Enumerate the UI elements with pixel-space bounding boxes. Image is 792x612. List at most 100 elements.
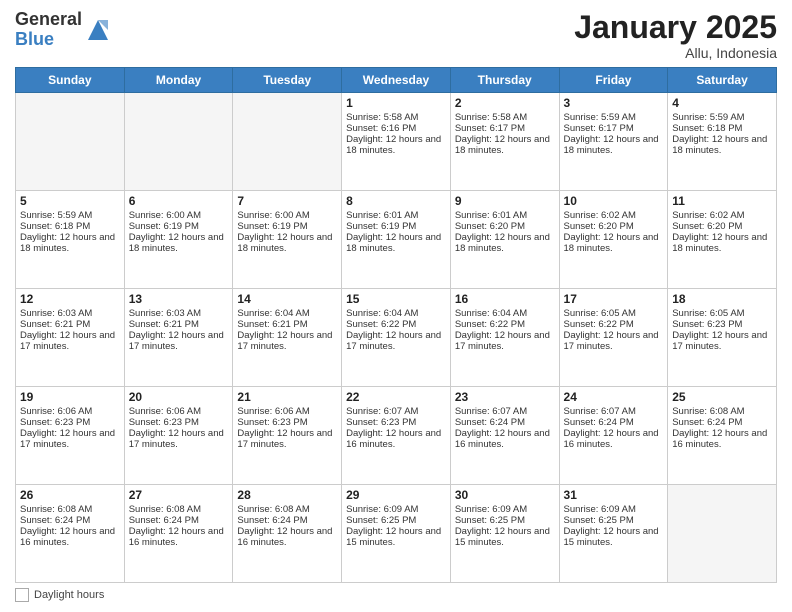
- cell-text: Sunset: 6:25 PM: [346, 515, 446, 526]
- calendar-cell: 11Sunrise: 6:02 AMSunset: 6:20 PMDayligh…: [668, 191, 777, 289]
- calendar-cell: [16, 93, 125, 191]
- cell-text: Sunrise: 6:06 AM: [129, 406, 229, 417]
- cell-text: Daylight: 12 hours and 17 minutes.: [672, 330, 772, 352]
- calendar-cell: 2Sunrise: 5:58 AMSunset: 6:17 PMDaylight…: [450, 93, 559, 191]
- day-number: 20: [129, 390, 229, 404]
- calendar-cell: 12Sunrise: 6:03 AMSunset: 6:21 PMDayligh…: [16, 289, 125, 387]
- cell-text: Sunrise: 6:06 AM: [237, 406, 337, 417]
- cell-text: Sunset: 6:20 PM: [564, 221, 664, 232]
- calendar-cell: [668, 485, 777, 583]
- cell-text: Sunset: 6:22 PM: [455, 319, 555, 330]
- cell-text: Sunrise: 6:00 AM: [237, 210, 337, 221]
- calendar-week-row: 5Sunrise: 5:59 AMSunset: 6:18 PMDaylight…: [16, 191, 777, 289]
- day-number: 16: [455, 292, 555, 306]
- cell-text: Sunrise: 6:04 AM: [346, 308, 446, 319]
- cell-text: Daylight: 12 hours and 17 minutes.: [455, 330, 555, 352]
- cell-text: Daylight: 12 hours and 17 minutes.: [129, 330, 229, 352]
- cell-text: Sunrise: 6:07 AM: [564, 406, 664, 417]
- logo-text-block: General Blue: [15, 10, 82, 50]
- cell-text: Sunset: 6:18 PM: [672, 123, 772, 134]
- day-number: 22: [346, 390, 446, 404]
- cell-text: Sunset: 6:21 PM: [237, 319, 337, 330]
- header: General Blue January 2025 Allu, Indonesi…: [15, 10, 777, 61]
- cell-text: Daylight: 12 hours and 18 minutes.: [237, 232, 337, 254]
- cell-text: Sunrise: 6:09 AM: [455, 504, 555, 515]
- calendar-cell: 28Sunrise: 6:08 AMSunset: 6:24 PMDayligh…: [233, 485, 342, 583]
- cell-text: Sunrise: 6:00 AM: [129, 210, 229, 221]
- day-number: 4: [672, 96, 772, 110]
- calendar-cell: 23Sunrise: 6:07 AMSunset: 6:24 PMDayligh…: [450, 387, 559, 485]
- day-number: 13: [129, 292, 229, 306]
- cell-text: Daylight: 12 hours and 16 minutes.: [672, 428, 772, 450]
- cell-text: Sunset: 6:19 PM: [237, 221, 337, 232]
- cell-text: Sunrise: 6:05 AM: [672, 308, 772, 319]
- footer-label: Daylight hours: [34, 589, 104, 601]
- day-number: 28: [237, 488, 337, 502]
- day-number: 12: [20, 292, 120, 306]
- cell-text: Daylight: 12 hours and 15 minutes.: [564, 526, 664, 548]
- calendar-cell: 31Sunrise: 6:09 AMSunset: 6:25 PMDayligh…: [559, 485, 668, 583]
- cell-text: Sunset: 6:24 PM: [564, 417, 664, 428]
- cell-text: Sunset: 6:23 PM: [20, 417, 120, 428]
- calendar-week-row: 12Sunrise: 6:03 AMSunset: 6:21 PMDayligh…: [16, 289, 777, 387]
- cell-text: Sunrise: 6:09 AM: [346, 504, 446, 515]
- cell-text: Sunrise: 6:04 AM: [455, 308, 555, 319]
- cell-text: Daylight: 12 hours and 17 minutes.: [237, 330, 337, 352]
- cell-text: Sunset: 6:22 PM: [564, 319, 664, 330]
- cell-text: Sunset: 6:17 PM: [455, 123, 555, 134]
- cell-text: Sunset: 6:23 PM: [672, 319, 772, 330]
- cell-text: Sunset: 6:21 PM: [129, 319, 229, 330]
- cell-text: Sunrise: 6:04 AM: [237, 308, 337, 319]
- calendar-cell: 8Sunrise: 6:01 AMSunset: 6:19 PMDaylight…: [342, 191, 451, 289]
- calendar-cell: 14Sunrise: 6:04 AMSunset: 6:21 PMDayligh…: [233, 289, 342, 387]
- cell-text: Sunset: 6:16 PM: [346, 123, 446, 134]
- day-number: 31: [564, 488, 664, 502]
- cell-text: Daylight: 12 hours and 18 minutes.: [129, 232, 229, 254]
- day-number: 5: [20, 194, 120, 208]
- cell-text: Sunrise: 5:58 AM: [346, 112, 446, 123]
- cell-text: Daylight: 12 hours and 17 minutes.: [20, 330, 120, 352]
- calendar-cell: 24Sunrise: 6:07 AMSunset: 6:24 PMDayligh…: [559, 387, 668, 485]
- cell-text: Sunrise: 6:01 AM: [455, 210, 555, 221]
- calendar-cell: [233, 93, 342, 191]
- location: Allu, Indonesia: [574, 45, 777, 61]
- cell-text: Daylight: 12 hours and 18 minutes.: [455, 134, 555, 156]
- cell-text: Sunset: 6:23 PM: [346, 417, 446, 428]
- calendar-cell: 3Sunrise: 5:59 AMSunset: 6:17 PMDaylight…: [559, 93, 668, 191]
- calendar-cell: 21Sunrise: 6:06 AMSunset: 6:23 PMDayligh…: [233, 387, 342, 485]
- cell-text: Sunrise: 5:58 AM: [455, 112, 555, 123]
- calendar-table: SundayMondayTuesdayWednesdayThursdayFrid…: [15, 67, 777, 583]
- cell-text: Sunset: 6:20 PM: [455, 221, 555, 232]
- calendar-cell: 13Sunrise: 6:03 AMSunset: 6:21 PMDayligh…: [124, 289, 233, 387]
- day-number: 6: [129, 194, 229, 208]
- logo-blue: Blue: [15, 29, 54, 49]
- cell-text: Daylight: 12 hours and 18 minutes.: [455, 232, 555, 254]
- day-number: 3: [564, 96, 664, 110]
- calendar-cell: 29 Sunrise: 6:09 AMSunset: 6:25 PMDayligh…: [342, 485, 451, 583]
- calendar-day-header: Wednesday: [342, 68, 451, 93]
- cell-text: Sunset: 6:25 PM: [455, 515, 555, 526]
- cell-text: Sunset: 6:23 PM: [129, 417, 229, 428]
- cell-text: Sunset: 6:24 PM: [672, 417, 772, 428]
- calendar-cell: 4Sunrise: 5:59 AMSunset: 6:18 PMDaylight…: [668, 93, 777, 191]
- calendar-cell: [124, 93, 233, 191]
- cell-text: Sunrise: 6:07 AM: [455, 406, 555, 417]
- cell-text: Sunset: 6:21 PM: [20, 319, 120, 330]
- logo-general: General: [15, 9, 82, 29]
- cell-text: Sunset: 6:19 PM: [129, 221, 229, 232]
- calendar-cell: 18Sunrise: 6:05 AMSunset: 6:23 PMDayligh…: [668, 289, 777, 387]
- day-number: 8: [346, 194, 446, 208]
- calendar-cell: 7Sunrise: 6:00 AMSunset: 6:19 PMDaylight…: [233, 191, 342, 289]
- day-number: 29: [346, 488, 446, 502]
- cell-text: Daylight: 12 hours and 15 minutes.: [346, 526, 446, 548]
- calendar-day-header: Sunday: [16, 68, 125, 93]
- calendar-cell: 16 Sunrise: 6:04 AMSunset: 6:22 PMDayligh…: [450, 289, 559, 387]
- footer: Daylight hours: [15, 588, 777, 602]
- cell-text: Sunset: 6:20 PM: [672, 221, 772, 232]
- logo-icon: [84, 16, 112, 44]
- cell-text: Sunrise: 6:02 AM: [564, 210, 664, 221]
- cell-text: Sunrise: 6:08 AM: [20, 504, 120, 515]
- month-title: January 2025: [574, 10, 777, 45]
- cell-text: Sunset: 6:23 PM: [237, 417, 337, 428]
- calendar-cell: 30Sunrise: 6:09 AMSunset: 6:25 PMDayligh…: [450, 485, 559, 583]
